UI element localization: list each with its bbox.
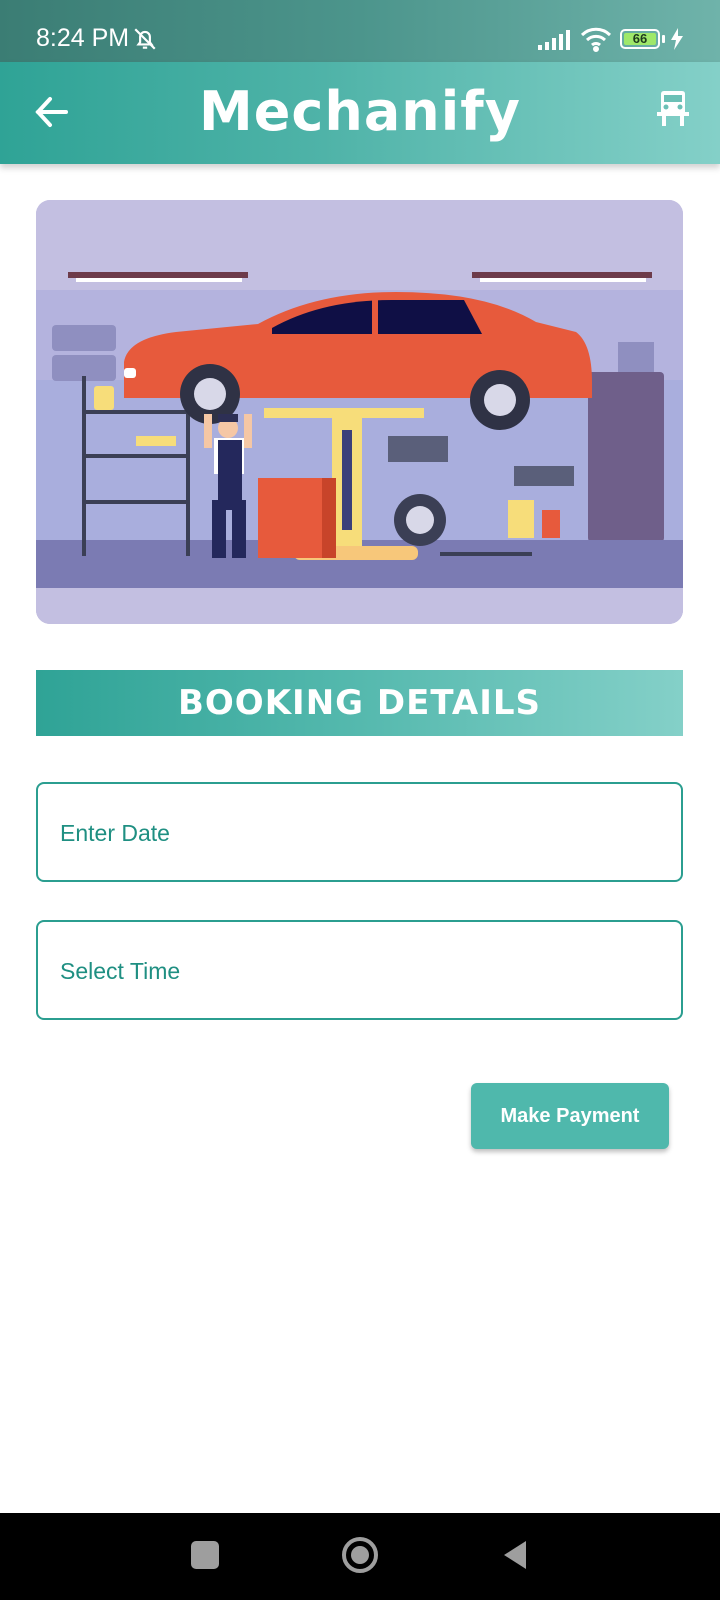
- bell-off-icon: [134, 28, 156, 50]
- charging-icon: [671, 28, 683, 50]
- time-field[interactable]: Select Time: [36, 920, 683, 1020]
- battery-icon: 66: [620, 29, 660, 49]
- app-title: Mechanify: [199, 80, 521, 143]
- wifi-icon: [580, 27, 612, 52]
- signal-icon: [538, 30, 570, 50]
- booking-section-title: BOOKING DETAILS: [36, 670, 683, 736]
- status-time: 8:24 PM: [36, 24, 130, 52]
- make-payment-button[interactable]: Make Payment: [471, 1083, 669, 1149]
- time-placeholder: Select Time: [60, 958, 181, 984]
- system-nav-bar: [0, 1513, 720, 1600]
- car-icon[interactable]: [656, 90, 690, 128]
- date-field[interactable]: Enter Date: [36, 782, 683, 882]
- battery-level: 66: [632, 31, 648, 46]
- home-icon[interactable]: [340, 1535, 380, 1575]
- back-icon[interactable]: [500, 1539, 530, 1571]
- app-bar: Mechanify: [0, 62, 720, 164]
- date-placeholder: Enter Date: [60, 820, 170, 846]
- mechanic-garage-illustration: [36, 200, 683, 624]
- status-bar: 8:24 PM 66: [0, 0, 720, 62]
- recents-icon[interactable]: [191, 1541, 219, 1569]
